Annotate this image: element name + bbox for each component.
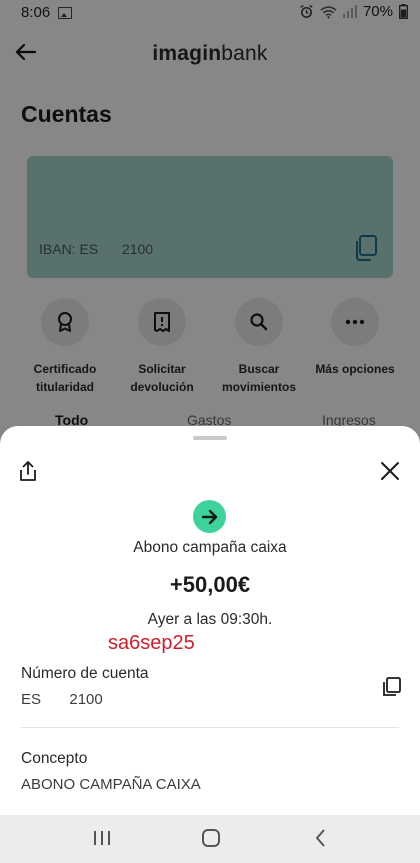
share-icon[interactable] [17, 459, 39, 483]
back-icon[interactable] [311, 827, 331, 849]
concept-label: Concepto [21, 750, 88, 767]
system-nav-bar [0, 815, 420, 863]
transaction-detail-sheet: Abono campaña caixa +50,00€ Ayer a las 0… [0, 426, 420, 863]
app-screen: 8:06 70% imaginbank Cuentas IBAN: ES 210… [0, 0, 420, 863]
account-prefix: ES [21, 691, 42, 708]
sheet-handle[interactable] [193, 436, 227, 440]
home-icon[interactable] [200, 827, 222, 849]
transaction-description: Abono campaña caixa [133, 539, 287, 556]
recent-apps-icon[interactable] [92, 827, 112, 849]
incoming-transfer-icon [193, 500, 226, 533]
account-number: 2100 [69, 691, 103, 708]
transaction-date: Ayer a las 09:30h. [147, 611, 273, 628]
divider [21, 727, 399, 728]
concept-value: ABONO CAMPAÑA CAIXA [21, 776, 201, 793]
copy-account-icon[interactable] [381, 676, 403, 698]
transaction-amount: +50,00€ [169, 572, 251, 597]
handwritten-annotation: sa6sep25 [108, 632, 195, 654]
account-number-label: Número de cuenta [21, 665, 149, 682]
account-number-value: ES 2100 [21, 691, 103, 708]
close-icon[interactable] [379, 460, 401, 482]
